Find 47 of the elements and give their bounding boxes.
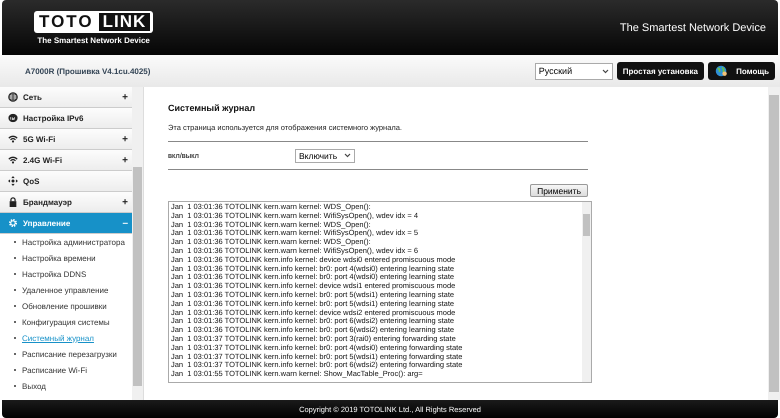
caret-icon (344, 153, 351, 158)
wifi-icon (8, 155, 18, 165)
scrollbar[interactable] (582, 202, 591, 382)
logo-text: TOTO (38, 12, 95, 30)
submenu-item[interactable]: Конфигурация системы (0, 314, 132, 330)
menu-item[interactable]: Настройка IPv6 (0, 108, 132, 129)
submenu-item[interactable]: Удаленное управление (0, 282, 132, 298)
submenu-item[interactable]: Настройка администратора (0, 234, 132, 250)
wifi-icon (8, 134, 18, 144)
toggle-dropdown[interactable]: Включить (295, 148, 355, 162)
menu-item[interactable]: 2.4G Wi-Fi + (0, 150, 132, 171)
scrollbar[interactable] (768, 87, 780, 400)
expand-sign: + (122, 154, 128, 166)
expand-sign: + (122, 92, 128, 102)
submenu-item[interactable]: Выход (0, 378, 132, 394)
page-title: Системный журнал (168, 103, 256, 113)
submenu-item[interactable]: Настройка DDNS (0, 266, 132, 282)
help-button[interactable]: Помощь (708, 62, 775, 80)
apply-button[interactable]: Применить (530, 184, 588, 197)
lock-icon (8, 197, 18, 207)
menu-item[interactable]: 5G Wi-Fi + (0, 129, 132, 150)
model-version: A7000R (Прошивка V4.1cu.4025) (25, 66, 150, 76)
expand-sign: – (122, 218, 128, 228)
language-dropdown[interactable]: Русский (534, 62, 613, 80)
gear-icon (8, 218, 18, 228)
arrows-icon (8, 176, 18, 186)
menu-item[interactable]: QoS (0, 171, 132, 192)
log-textarea[interactable] (168, 201, 592, 383)
quick-setup-button[interactable]: Простая установка (616, 62, 704, 80)
submenu-item[interactable]: Расписание Wi-Fi (0, 362, 132, 378)
submenu-item[interactable]: Обновление прошивки (0, 298, 132, 314)
expand-sign: + (122, 196, 128, 208)
submenu-item[interactable]: Системный журнал (0, 330, 132, 346)
logo-tagline: The Smartest Network Device (37, 36, 150, 44)
ipv6-icon (8, 113, 18, 123)
menu-item[interactable]: Управление – (0, 213, 132, 234)
globe-person-icon (714, 64, 728, 78)
scrollbar[interactable] (132, 87, 143, 400)
caret-icon (602, 68, 609, 74)
menu-item[interactable]: Сеть + (0, 87, 132, 108)
expand-sign: + (122, 134, 128, 144)
submenu-item[interactable]: Расписание перезагрузки (0, 346, 132, 362)
globe-icon (8, 92, 18, 102)
submenu-item[interactable]: Настройка времени (0, 250, 132, 266)
menu-item[interactable]: Брандмауэр + (0, 192, 132, 213)
header-slogan: The Smartest Network Device (620, 22, 766, 34)
logo-text: LINK (98, 12, 150, 30)
